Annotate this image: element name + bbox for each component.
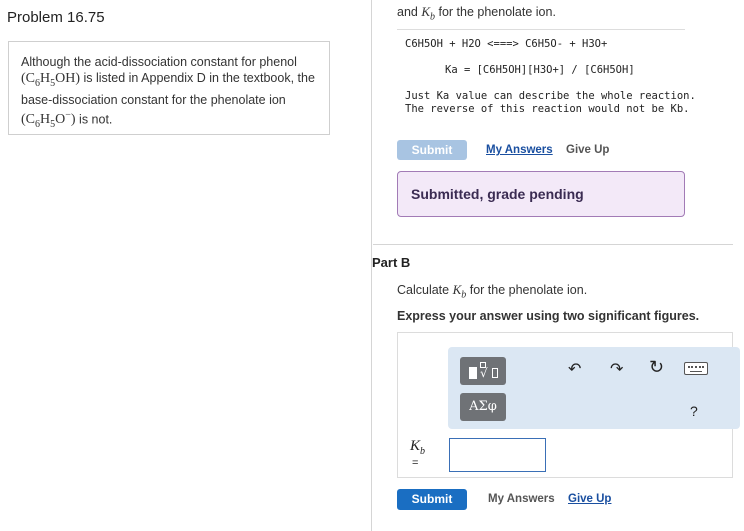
answer-input[interactable] bbox=[449, 438, 546, 472]
part-b-instruction: Express your answer using two significan… bbox=[397, 309, 700, 323]
phenolate-formula: (C6H5O−) bbox=[21, 109, 76, 131]
part-b-title: Part B bbox=[372, 255, 411, 270]
grade-status-box: Submitted, grade pending bbox=[397, 171, 685, 217]
part-b-my-answers-link[interactable]: My Answers bbox=[488, 493, 555, 505]
problem-text-end: is not. bbox=[79, 112, 113, 127]
undo-icon[interactable]: ↶ bbox=[568, 359, 581, 379]
variable-label: Kb bbox=[410, 438, 426, 457]
reset-icon[interactable]: ↻ bbox=[649, 357, 664, 378]
part-b-prompt: Calculate Kb for the phenolate ion. bbox=[397, 282, 588, 301]
redo-icon[interactable]: ↷ bbox=[610, 359, 623, 379]
help-icon[interactable]: ? bbox=[690, 403, 698, 419]
equals-sign: = bbox=[412, 457, 419, 469]
math-toolbar: √ ΑΣφ ↶ ↷ ↻ ? bbox=[448, 347, 740, 429]
part-divider bbox=[373, 244, 733, 245]
part-a-top-line: and Kb for the phenolate ion. bbox=[397, 4, 556, 23]
problem-statement: Although the acid-dissociation constant … bbox=[8, 41, 330, 135]
part-a-my-answers-link[interactable]: My Answers bbox=[486, 144, 553, 156]
answer-explanation: Just Ka value can describe the whole rea… bbox=[405, 90, 696, 115]
problem-title: Problem 16.75 bbox=[7, 9, 105, 26]
part-a-submit-button[interactable]: Submit bbox=[397, 140, 467, 160]
keyboard-icon[interactable] bbox=[684, 362, 708, 375]
answer-equation: C6H5OH + H2O <===> C6H5O- + H3O+ bbox=[405, 38, 608, 50]
problem-panel: Problem 16.75 Although the acid-dissocia… bbox=[0, 0, 372, 531]
part-a-give-up-link[interactable]: Give Up bbox=[566, 144, 609, 156]
answer-ka-expression: Ka = [C6H5OH][H3O+] / [C6H5OH] bbox=[445, 64, 635, 76]
part-b-give-up-link[interactable]: Give Up bbox=[568, 493, 611, 505]
greek-symbols-icon[interactable]: ΑΣφ bbox=[460, 393, 506, 421]
problem-text-intro: Although the acid-dissociation constant … bbox=[21, 55, 297, 69]
part-b-submit-button[interactable]: Submit bbox=[397, 489, 467, 510]
previous-answer: C6H5OH + H2O <===> C6H5O- + H3O+ Ka = [C… bbox=[397, 29, 696, 135]
parts-panel: and Kb for the phenolate ion. C6H5OH + H… bbox=[372, 0, 744, 531]
phenol-formula: (C6H5OH) bbox=[21, 71, 81, 89]
templates-icon[interactable]: √ bbox=[460, 357, 506, 385]
answer-panel: √ ΑΣφ ↶ ↷ ↻ ? Kb = bbox=[397, 332, 740, 478]
